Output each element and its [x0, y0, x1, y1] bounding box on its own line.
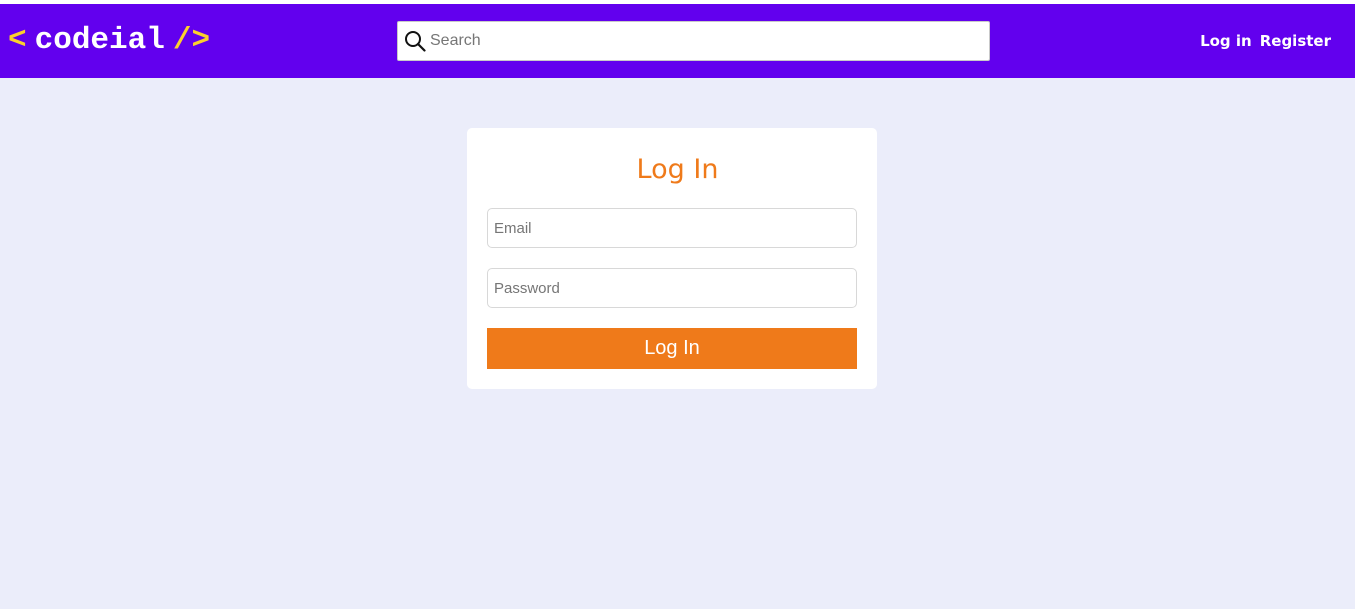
- search-box: [397, 21, 990, 61]
- nav-links: Log in Register: [1200, 31, 1331, 51]
- navbar: < codeial /> Log in Register: [0, 4, 1355, 78]
- search-icon: [403, 29, 427, 53]
- logo-text: codeial: [34, 23, 165, 58]
- logo-bracket-close: />: [172, 23, 211, 58]
- login-button[interactable]: Log In: [487, 328, 857, 369]
- logo[interactable]: < codeial />: [8, 21, 210, 61]
- search-input[interactable]: [430, 26, 980, 56]
- password-field[interactable]: [487, 268, 857, 308]
- register-link[interactable]: Register: [1260, 31, 1331, 51]
- login-title: Log In: [636, 154, 719, 185]
- login-link[interactable]: Log in: [1200, 31, 1252, 51]
- logo-bracket-open: <: [8, 23, 27, 58]
- email-field[interactable]: [487, 208, 857, 248]
